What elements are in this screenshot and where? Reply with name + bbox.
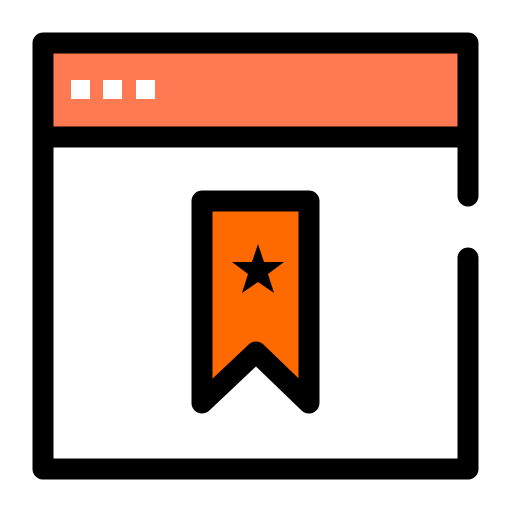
icon-stage bbox=[0, 0, 512, 512]
window-dot-icon bbox=[136, 80, 155, 99]
bookmark-ribbon-icon bbox=[191, 190, 320, 414]
window-dot-icon bbox=[71, 80, 90, 99]
bookmarked-webpage-icon bbox=[32, 32, 479, 480]
window-controls bbox=[71, 80, 155, 99]
window-dot-icon bbox=[103, 80, 122, 99]
